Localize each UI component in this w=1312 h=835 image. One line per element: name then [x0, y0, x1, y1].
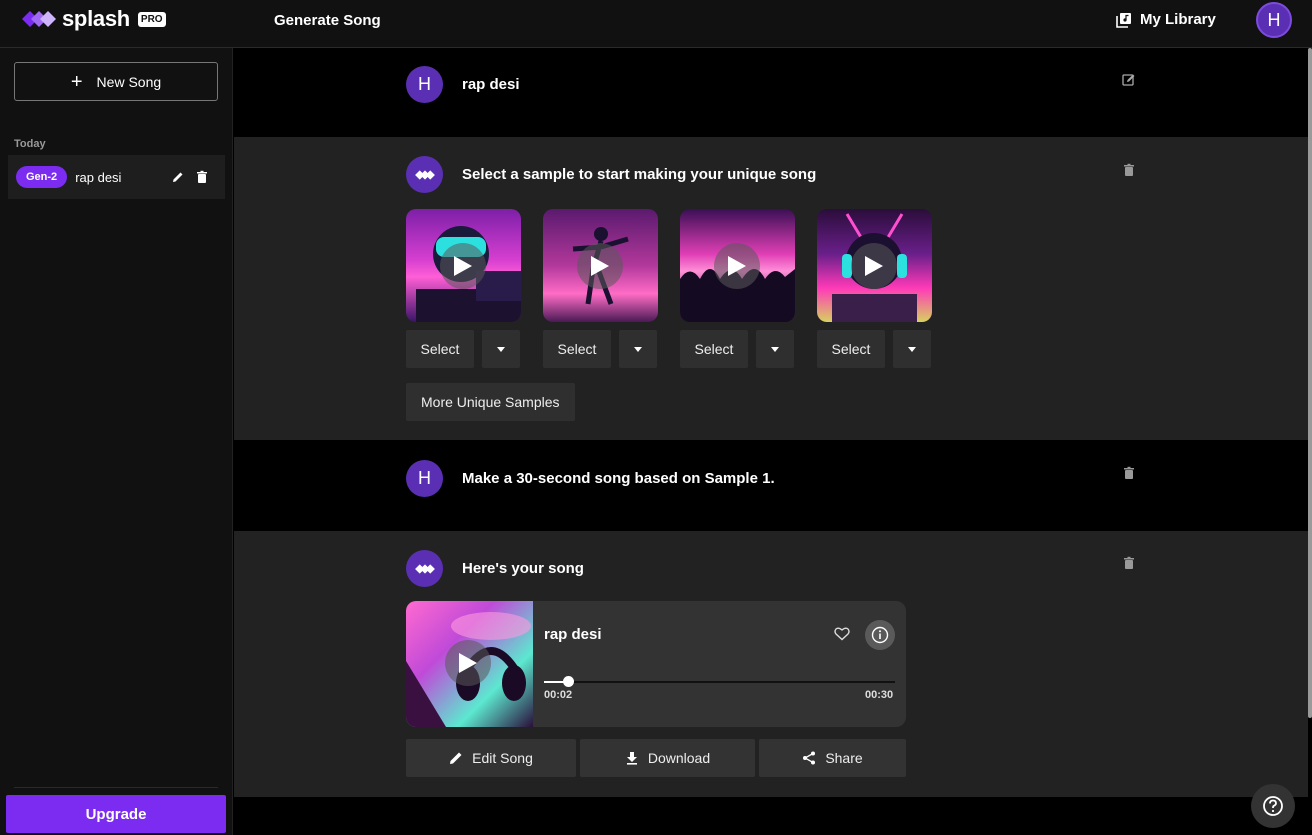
play-button[interactable] [577, 243, 623, 289]
play-icon [454, 256, 472, 276]
sample-thumbnail[interactable] [817, 209, 932, 322]
splash-logo[interactable]: splash PRO [22, 6, 166, 32]
user-message-text: Make a 30-second song based on Sample 1. [462, 470, 775, 487]
caret-down-icon [771, 346, 779, 352]
sample-dropdown-button[interactable] [893, 330, 931, 368]
pencil-icon[interactable] [171, 170, 185, 184]
select-sample-button[interactable]: Select [680, 330, 748, 368]
new-song-label: New Song [96, 73, 162, 90]
sample-thumbnail[interactable] [406, 209, 521, 322]
play-button[interactable] [851, 243, 897, 289]
progress-bar[interactable] [544, 676, 895, 687]
splash-logo-icon [22, 11, 56, 27]
song-title: rap desi [544, 626, 602, 643]
edit-song-button[interactable]: Edit Song [406, 739, 576, 777]
sample-dropdown-button[interactable] [619, 330, 657, 368]
bot-song-message: Here's your song rap desi 00:02 00:30 Ed… [234, 531, 1308, 797]
download-button[interactable]: Download [580, 739, 755, 777]
trash-icon[interactable] [195, 170, 209, 184]
play-button[interactable] [440, 243, 486, 289]
sample-list: Select Select Select Select [406, 209, 932, 368]
help-icon [1263, 796, 1283, 816]
sidebar: + New Song Today Gen-2 rap desi Upgrade [0, 48, 233, 835]
share-button[interactable]: Share [759, 739, 906, 777]
history-item-label: rap desi [75, 169, 122, 185]
user-message-avatar: H [406, 460, 443, 497]
library-icon [1116, 12, 1131, 28]
info-icon [871, 626, 889, 644]
play-icon [728, 256, 746, 276]
logo-text: splash [62, 6, 130, 31]
edit-icon[interactable] [1122, 73, 1136, 87]
user-avatar[interactable]: H [1256, 2, 1292, 38]
caret-down-icon [634, 346, 642, 352]
page-title: Generate Song [274, 12, 381, 29]
trash-icon[interactable] [1122, 556, 1136, 570]
scrollbar[interactable] [1308, 48, 1312, 718]
duration-time: 00:30 [865, 689, 894, 701]
section-label-today: Today [14, 138, 46, 150]
sample-thumbnail[interactable] [543, 209, 658, 322]
bot-avatar [406, 156, 443, 193]
help-button[interactable] [1251, 784, 1295, 828]
pro-badge: PRO [137, 11, 166, 27]
download-label: Download [647, 750, 711, 766]
play-button[interactable] [445, 640, 491, 686]
sample-dropdown-button[interactable] [756, 330, 794, 368]
sample-card: Select [406, 209, 521, 368]
progress-handle[interactable] [562, 676, 574, 687]
select-sample-button[interactable]: Select [543, 330, 611, 368]
upgrade-button[interactable]: Upgrade [6, 795, 226, 833]
splash-bot-icon [414, 169, 435, 180]
new-song-button[interactable]: + New Song [14, 62, 218, 101]
download-icon [626, 752, 637, 765]
share-label: Share [825, 750, 863, 766]
top-bar: splash PRO Generate Song My Library H [0, 0, 1312, 48]
history-item[interactable]: Gen-2 rap desi [8, 155, 225, 199]
play-button[interactable] [714, 243, 760, 289]
bot-avatar [406, 550, 443, 587]
select-sample-button[interactable]: Select [406, 330, 474, 368]
play-icon [459, 653, 477, 673]
sample-card: Select [543, 209, 658, 368]
song-cover[interactable] [406, 601, 533, 727]
share-icon [803, 751, 816, 765]
sample-dropdown-button[interactable] [482, 330, 520, 368]
user-message-text: rap desi [462, 76, 520, 93]
gen-badge: Gen-2 [16, 166, 68, 188]
select-sample-button[interactable]: Select [817, 330, 885, 368]
caret-down-icon [908, 346, 916, 352]
heart-icon[interactable] [834, 626, 850, 641]
caret-down-icon [497, 346, 505, 352]
my-library-label: My Library [1140, 11, 1216, 28]
sidebar-divider [14, 787, 218, 788]
song-actions: Edit Song Download Share [406, 739, 906, 777]
sample-thumbnail[interactable] [680, 209, 795, 322]
elapsed-time: 00:02 [544, 689, 573, 701]
sample-card: Select [680, 209, 795, 368]
trash-icon[interactable] [1122, 163, 1136, 177]
user-message: H rap desi [234, 48, 1308, 137]
play-icon [865, 256, 883, 276]
play-icon [591, 256, 609, 276]
pencil-icon [450, 752, 462, 764]
edit-song-label: Edit Song [472, 750, 533, 766]
user-message: H Make a 30-second song based on Sample … [234, 440, 1308, 531]
info-button[interactable] [865, 620, 895, 650]
bot-message-text: Here's your song [462, 560, 584, 577]
trash-icon[interactable] [1122, 466, 1136, 480]
plus-icon: + [70, 70, 83, 93]
conversation-area: H rap desi Select a sample to start maki… [234, 48, 1308, 835]
my-library-button[interactable]: My Library [1116, 11, 1216, 28]
bot-message-text: Select a sample to start making your uni… [462, 166, 817, 183]
song-player: rap desi 00:02 00:30 [406, 601, 906, 727]
bot-samples-message: Select a sample to start making your uni… [234, 137, 1308, 440]
user-message-avatar: H [406, 66, 443, 103]
more-unique-samples-button[interactable]: More Unique Samples [406, 383, 575, 421]
splash-bot-icon [414, 563, 435, 574]
sample-card: Select [817, 209, 932, 368]
